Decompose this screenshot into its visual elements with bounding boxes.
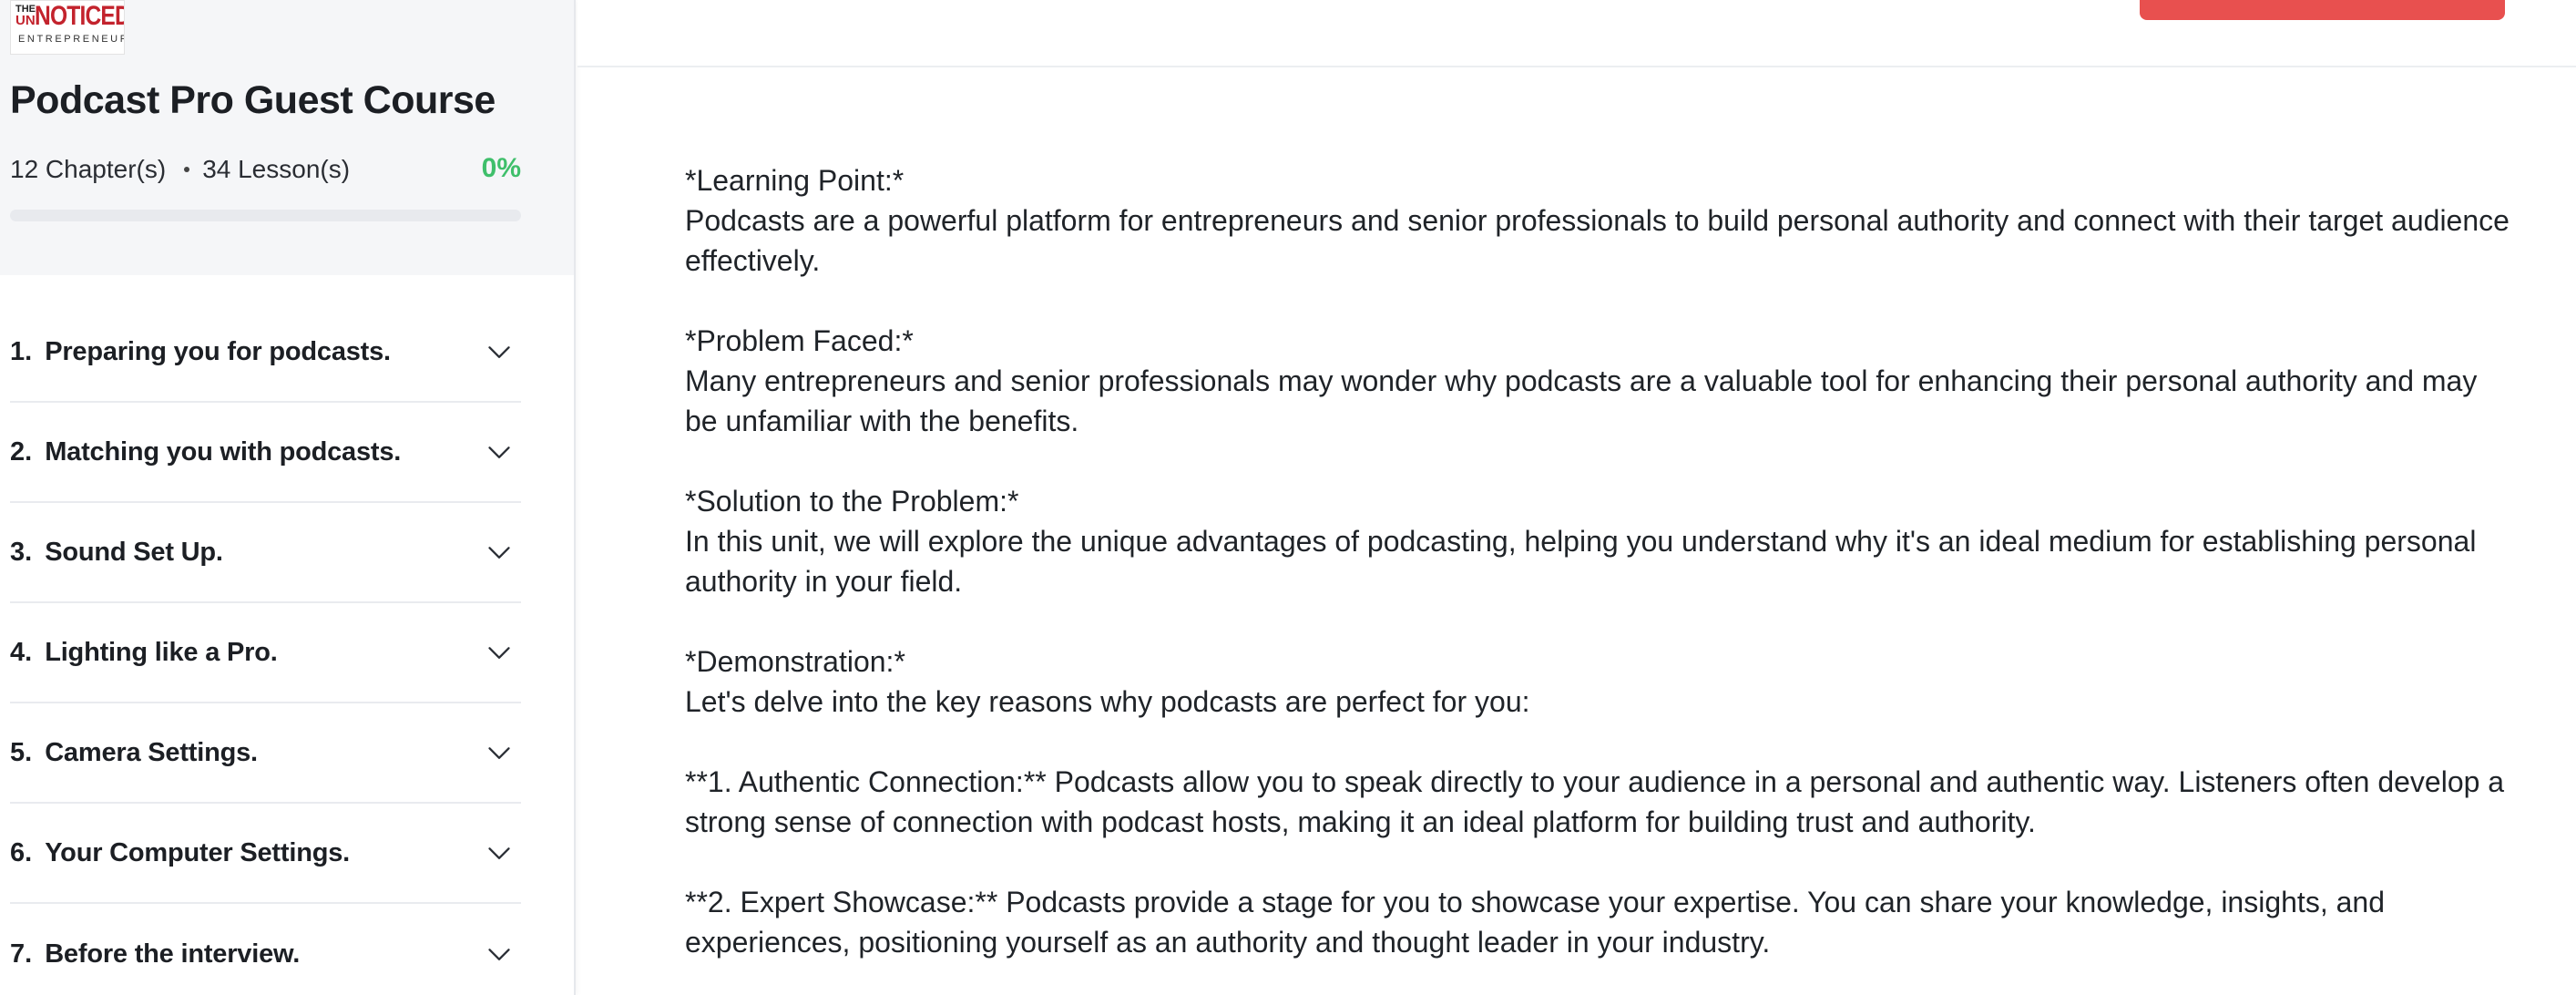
course-meta: 12 Chapter(s) 34 Lesson(s) bbox=[10, 155, 350, 184]
course-header: THE UN NOTICED ENTREPRENEUR Podcast Pro … bbox=[0, 0, 574, 275]
logo-un: UN bbox=[15, 13, 36, 28]
logo-noticed: NOTICED bbox=[35, 1, 125, 31]
section-body: Many entrepreneurs and senior profession… bbox=[685, 364, 2478, 437]
lessons-count: 34 Lesson(s) bbox=[202, 155, 351, 183]
chapter-title: Your Computer Settings. bbox=[45, 837, 351, 867]
complete-lesson-button[interactable] bbox=[2140, 0, 2505, 20]
course-title: Podcast Pro Guest Course bbox=[10, 78, 496, 122]
chapter-number: 5. bbox=[10, 737, 33, 767]
chapter-item[interactable]: 5. Camera Settings. bbox=[10, 703, 521, 804]
section-body: In this unit, we will explore the unique… bbox=[685, 525, 2477, 598]
chapter-item[interactable]: 7. Before the interview. bbox=[10, 904, 521, 995]
meta-separator-dot bbox=[184, 167, 190, 172]
logo-entrepreneur: ENTREPRENEUR bbox=[18, 34, 125, 45]
app-root: THE UN NOTICED ENTREPRENEUR Podcast Pro … bbox=[0, 0, 2576, 995]
chevron-down-icon[interactable] bbox=[486, 439, 512, 465]
chapters-count: 12 Chapter(s) bbox=[10, 155, 167, 183]
lesson-section: *Problem Faced:* Many entrepreneurs and s… bbox=[685, 321, 2516, 441]
section-heading: *Solution to the Problem:* bbox=[685, 485, 1019, 518]
section-body: **2. Expert Showcase:** Podcasts provide… bbox=[685, 886, 2385, 959]
course-sidebar: THE UN NOTICED ENTREPRENEUR Podcast Pro … bbox=[0, 0, 576, 995]
chapter-item[interactable]: 3. Sound Set Up. bbox=[10, 503, 521, 603]
chevron-down-icon[interactable] bbox=[486, 941, 512, 967]
chapter-title: Before the interview. bbox=[45, 939, 301, 969]
lesson-content: *Learning Point:* Podcasts are a powerful… bbox=[685, 160, 2516, 995]
chapter-title: Matching you with podcasts. bbox=[45, 436, 402, 467]
chapter-title: Lighting like a Pro. bbox=[45, 637, 278, 667]
lesson-section: **2. Expert Showcase:** Podcasts provide… bbox=[685, 882, 2516, 962]
chapter-list: 1. Preparing you for podcasts. 2. Matching … bbox=[10, 303, 521, 995]
section-body: Let's delve into the key reasons why pod… bbox=[685, 685, 1530, 718]
chapter-item[interactable]: 2. Matching you with podcasts. bbox=[10, 403, 521, 503]
progress-percent: 0% bbox=[481, 153, 521, 183]
chapter-item[interactable]: 1. Preparing you for podcasts. bbox=[10, 303, 521, 403]
chapter-title: Preparing you for podcasts. bbox=[45, 336, 391, 366]
lesson-topbar bbox=[578, 0, 2576, 67]
section-body: Podcasts are a powerful platform for ent… bbox=[685, 204, 2510, 277]
chapter-number: 3. bbox=[10, 537, 33, 567]
chapter-title: Camera Settings. bbox=[45, 737, 258, 767]
lesson-section: **1. Authentic Connection:** Podcasts al… bbox=[685, 762, 2516, 842]
lesson-section: *Solution to the Problem:* In this unit, … bbox=[685, 481, 2516, 601]
chapter-title: Sound Set Up. bbox=[45, 537, 223, 567]
chevron-down-icon[interactable] bbox=[486, 840, 512, 866]
section-heading: *Learning Point:* bbox=[685, 164, 905, 197]
chapter-number: 6. bbox=[10, 837, 33, 867]
section-body: **1. Authentic Connection:** Podcasts al… bbox=[685, 765, 2505, 838]
section-heading: *Problem Faced:* bbox=[685, 324, 914, 357]
chapter-number: 1. bbox=[10, 336, 33, 366]
lesson-section: *Demonstration:* Let's delve into the key… bbox=[685, 641, 2516, 722]
chapter-item[interactable]: 4. Lighting like a Pro. bbox=[10, 603, 521, 703]
brand-logo[interactable]: THE UN NOTICED ENTREPRENEUR bbox=[10, 0, 125, 55]
chevron-down-icon[interactable] bbox=[486, 539, 512, 565]
chapter-number: 4. bbox=[10, 637, 33, 667]
chevron-down-icon[interactable] bbox=[486, 339, 512, 364]
chevron-down-icon[interactable] bbox=[486, 740, 512, 765]
lesson-section: *Learning Point:* Podcasts are a powerful… bbox=[685, 160, 2516, 281]
chapter-item[interactable]: 6. Your Computer Settings. bbox=[10, 804, 521, 904]
chapter-number: 2. bbox=[10, 436, 33, 467]
progress-bar bbox=[10, 210, 521, 221]
chapter-number: 7. bbox=[10, 939, 33, 969]
chevron-down-icon[interactable] bbox=[486, 640, 512, 665]
section-heading: *Demonstration:* bbox=[685, 645, 905, 678]
